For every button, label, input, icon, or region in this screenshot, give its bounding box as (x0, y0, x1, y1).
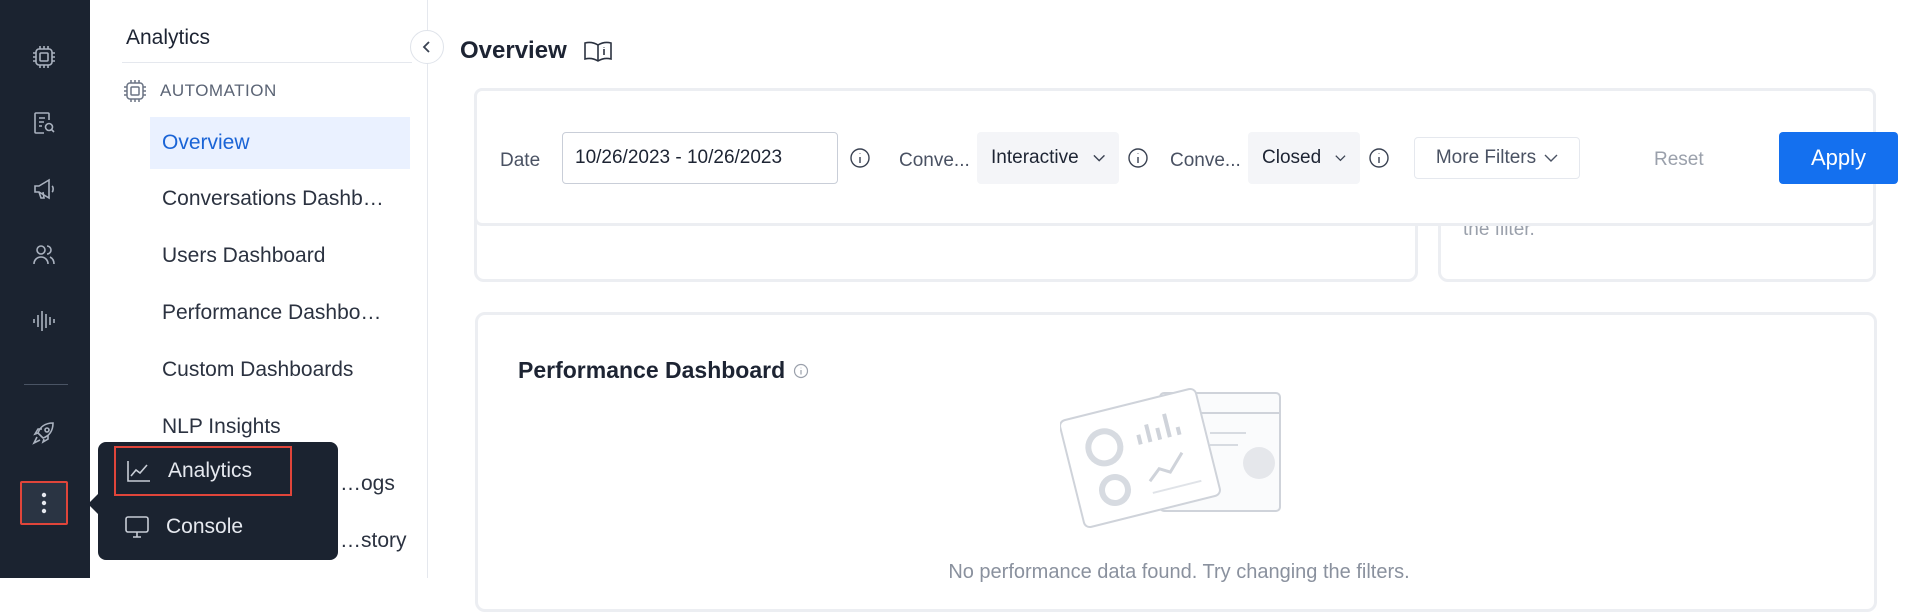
more-filters-button[interactable]: More Filters (1414, 137, 1580, 179)
kebab-vertical-icon (41, 492, 47, 514)
performance-dashboard-title: Performance Dashboard (518, 357, 809, 384)
info-icon[interactable] (793, 363, 809, 379)
page-title: Overview (460, 37, 613, 65)
performance-dashboard-card: Performance Dashboard No performance dat… (475, 312, 1877, 612)
page-title-text: Overview (460, 37, 567, 64)
chevron-down-icon (1544, 154, 1558, 162)
automation-chip-icon[interactable] (27, 40, 61, 74)
search-document-icon[interactable] (27, 106, 61, 140)
more-apps-button[interactable] (20, 481, 68, 525)
users-icon[interactable] (27, 238, 61, 272)
apply-button[interactable]: Apply (1779, 132, 1898, 184)
line-chart-icon (127, 461, 150, 482)
megaphone-icon[interactable] (27, 172, 61, 206)
nav-section-automation[interactable]: AUTOMATION (122, 78, 277, 104)
conversation-type-select[interactable]: Interactive (977, 132, 1119, 184)
performance-dashboard-title-text: Performance Dashboard (518, 357, 786, 383)
empty-state-message: No performance data found. Try changing … (948, 561, 1410, 583)
conversation-type-label: Conve... (899, 150, 970, 171)
voice-waveform-icon[interactable] (27, 304, 61, 338)
chevron-left-icon (422, 41, 430, 53)
nav-item-overview[interactable]: Overview (150, 117, 410, 169)
rail-divider (24, 384, 68, 385)
nav-item-conversations-dashboard[interactable]: Conversations Dashb… (150, 173, 410, 225)
filter-bar: Date 10/26/2023 - 10/26/2023 Conve... In… (474, 88, 1898, 226)
automation-chip-icon (124, 80, 146, 102)
nav-section-label: AUTOMATION (160, 81, 277, 100)
date-range-input[interactable]: 10/26/2023 - 10/26/2023 (562, 132, 838, 184)
primary-rail (0, 0, 90, 578)
popup-item-console[interactable]: Console (114, 502, 292, 552)
popup-item-analytics[interactable]: Analytics (114, 446, 292, 496)
conversation-type-value: Interactive (991, 147, 1079, 168)
nav-item-performance-dashboard[interactable]: Performance Dashbo… (150, 287, 410, 339)
collapse-nav-button[interactable] (410, 30, 444, 64)
nav-title: Analytics (126, 26, 211, 49)
empty-state-illustration-icon (1060, 387, 1281, 529)
rocket-icon[interactable] (27, 416, 61, 450)
popup-item-label: Console (166, 515, 244, 538)
date-label: Date (500, 150, 541, 171)
monitor-icon (125, 516, 149, 538)
reset-button[interactable]: Reset (1654, 149, 1704, 171)
apps-popup-menu: Analytics Console (88, 442, 338, 560)
conversation-status-label: Conve... (1170, 150, 1241, 171)
nav-item-custom-dashboards[interactable]: Custom Dashboards (150, 344, 410, 396)
nav-item-users-dashboard[interactable]: Users Dashboard (150, 230, 410, 282)
conversation-status-value: Closed (1262, 147, 1322, 168)
book-info-icon[interactable] (583, 39, 613, 63)
info-icon[interactable] (1368, 147, 1390, 169)
chevron-down-icon (1335, 155, 1346, 162)
conversation-status-select[interactable]: Closed (1248, 132, 1360, 184)
info-icon[interactable] (1127, 147, 1149, 169)
more-filters-label: More Filters (1435, 147, 1537, 168)
chevron-down-icon (1093, 154, 1105, 162)
popup-item-label: Analytics (168, 459, 253, 482)
nav-divider (122, 62, 412, 63)
main-content: Overview the filter. Date 10/26/2023 - 1… (428, 0, 1920, 612)
info-icon[interactable] (849, 147, 871, 169)
